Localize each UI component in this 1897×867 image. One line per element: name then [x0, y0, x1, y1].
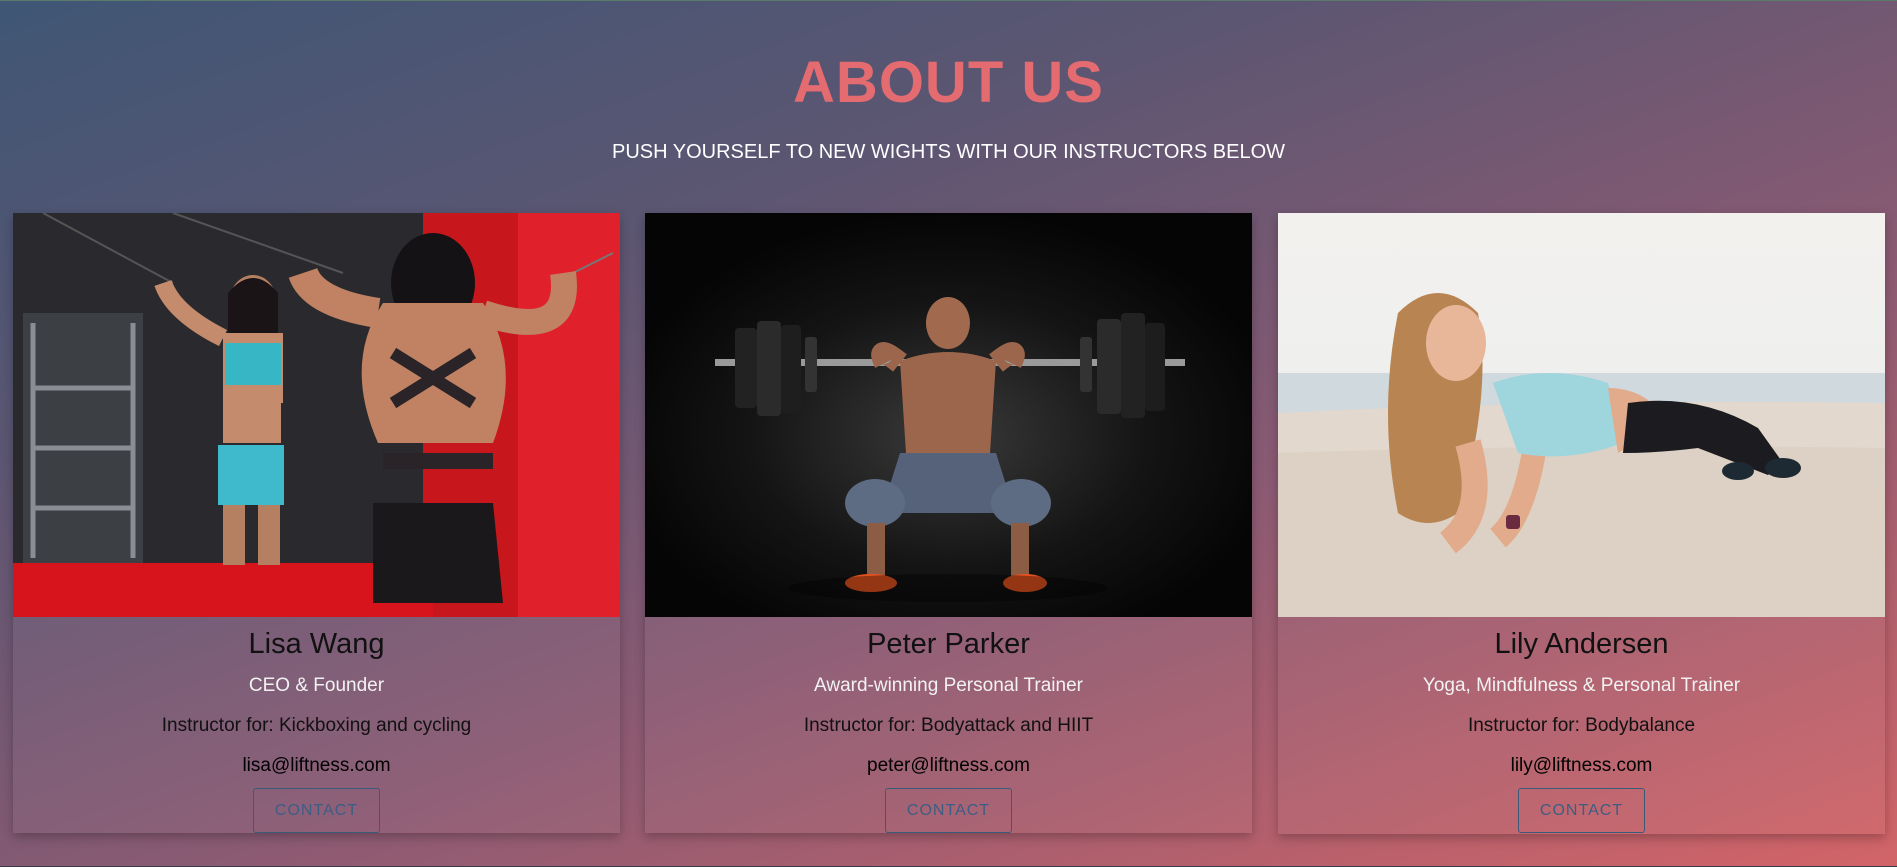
instructor-classes: Instructor for: Bodybalance	[1467, 715, 1696, 736]
beach-plank-photo	[1278, 213, 1885, 617]
about-page: ABOUT US PUSH YOURSELF TO NEW WIGHTS WIT…	[0, 0, 1897, 867]
instructor-email: lily@liftness.com	[1510, 755, 1653, 776]
instructor-name: Lisa Wang	[248, 628, 385, 660]
instructor-name: Lily Andersen	[1494, 628, 1669, 660]
instructor-name: Peter Parker	[867, 628, 1030, 660]
instructor-card-lisa: Lisa Wang CEO & Founder Instructor for: …	[13, 213, 620, 833]
instructor-classes: Instructor for: Bodyattack and HIIT	[803, 715, 1094, 736]
instructor-photo	[645, 213, 1252, 617]
instructor-email: peter@liftness.com	[867, 755, 1030, 776]
gym-mirror-photo	[13, 213, 620, 617]
barbell-squat-photo	[645, 213, 1252, 617]
contact-button[interactable]: CONTACT	[253, 788, 380, 833]
instructor-role: CEO & Founder	[248, 675, 385, 696]
page-title: ABOUT US	[793, 50, 1104, 115]
instructor-role: Yoga, Mindfulness & Personal Trainer	[1422, 675, 1741, 696]
contact-button[interactable]: CONTACT	[885, 788, 1012, 833]
instructor-card-lily: Lily Andersen Yoga, Mindfulness & Person…	[1278, 213, 1885, 834]
instructor-cards: Lisa Wang CEO & Founder Instructor for: …	[13, 213, 1886, 834]
instructor-photo	[1278, 213, 1885, 617]
instructor-role: Award-winning Personal Trainer	[814, 675, 1083, 696]
about-header: ABOUT US PUSH YOURSELF TO NEW WIGHTS WIT…	[0, 0, 1897, 199]
contact-button[interactable]: CONTACT	[1518, 788, 1645, 833]
instructor-photo	[13, 213, 620, 617]
instructor-email: lisa@liftness.com	[242, 755, 391, 776]
instructor-card-peter: Peter Parker Award-winning Personal Trai…	[645, 213, 1252, 833]
page-subtitle: PUSH YOURSELF TO NEW WIGHTS WITH OUR INS…	[611, 141, 1286, 163]
instructor-classes: Instructor for: Kickboxing and cycling	[161, 715, 472, 736]
